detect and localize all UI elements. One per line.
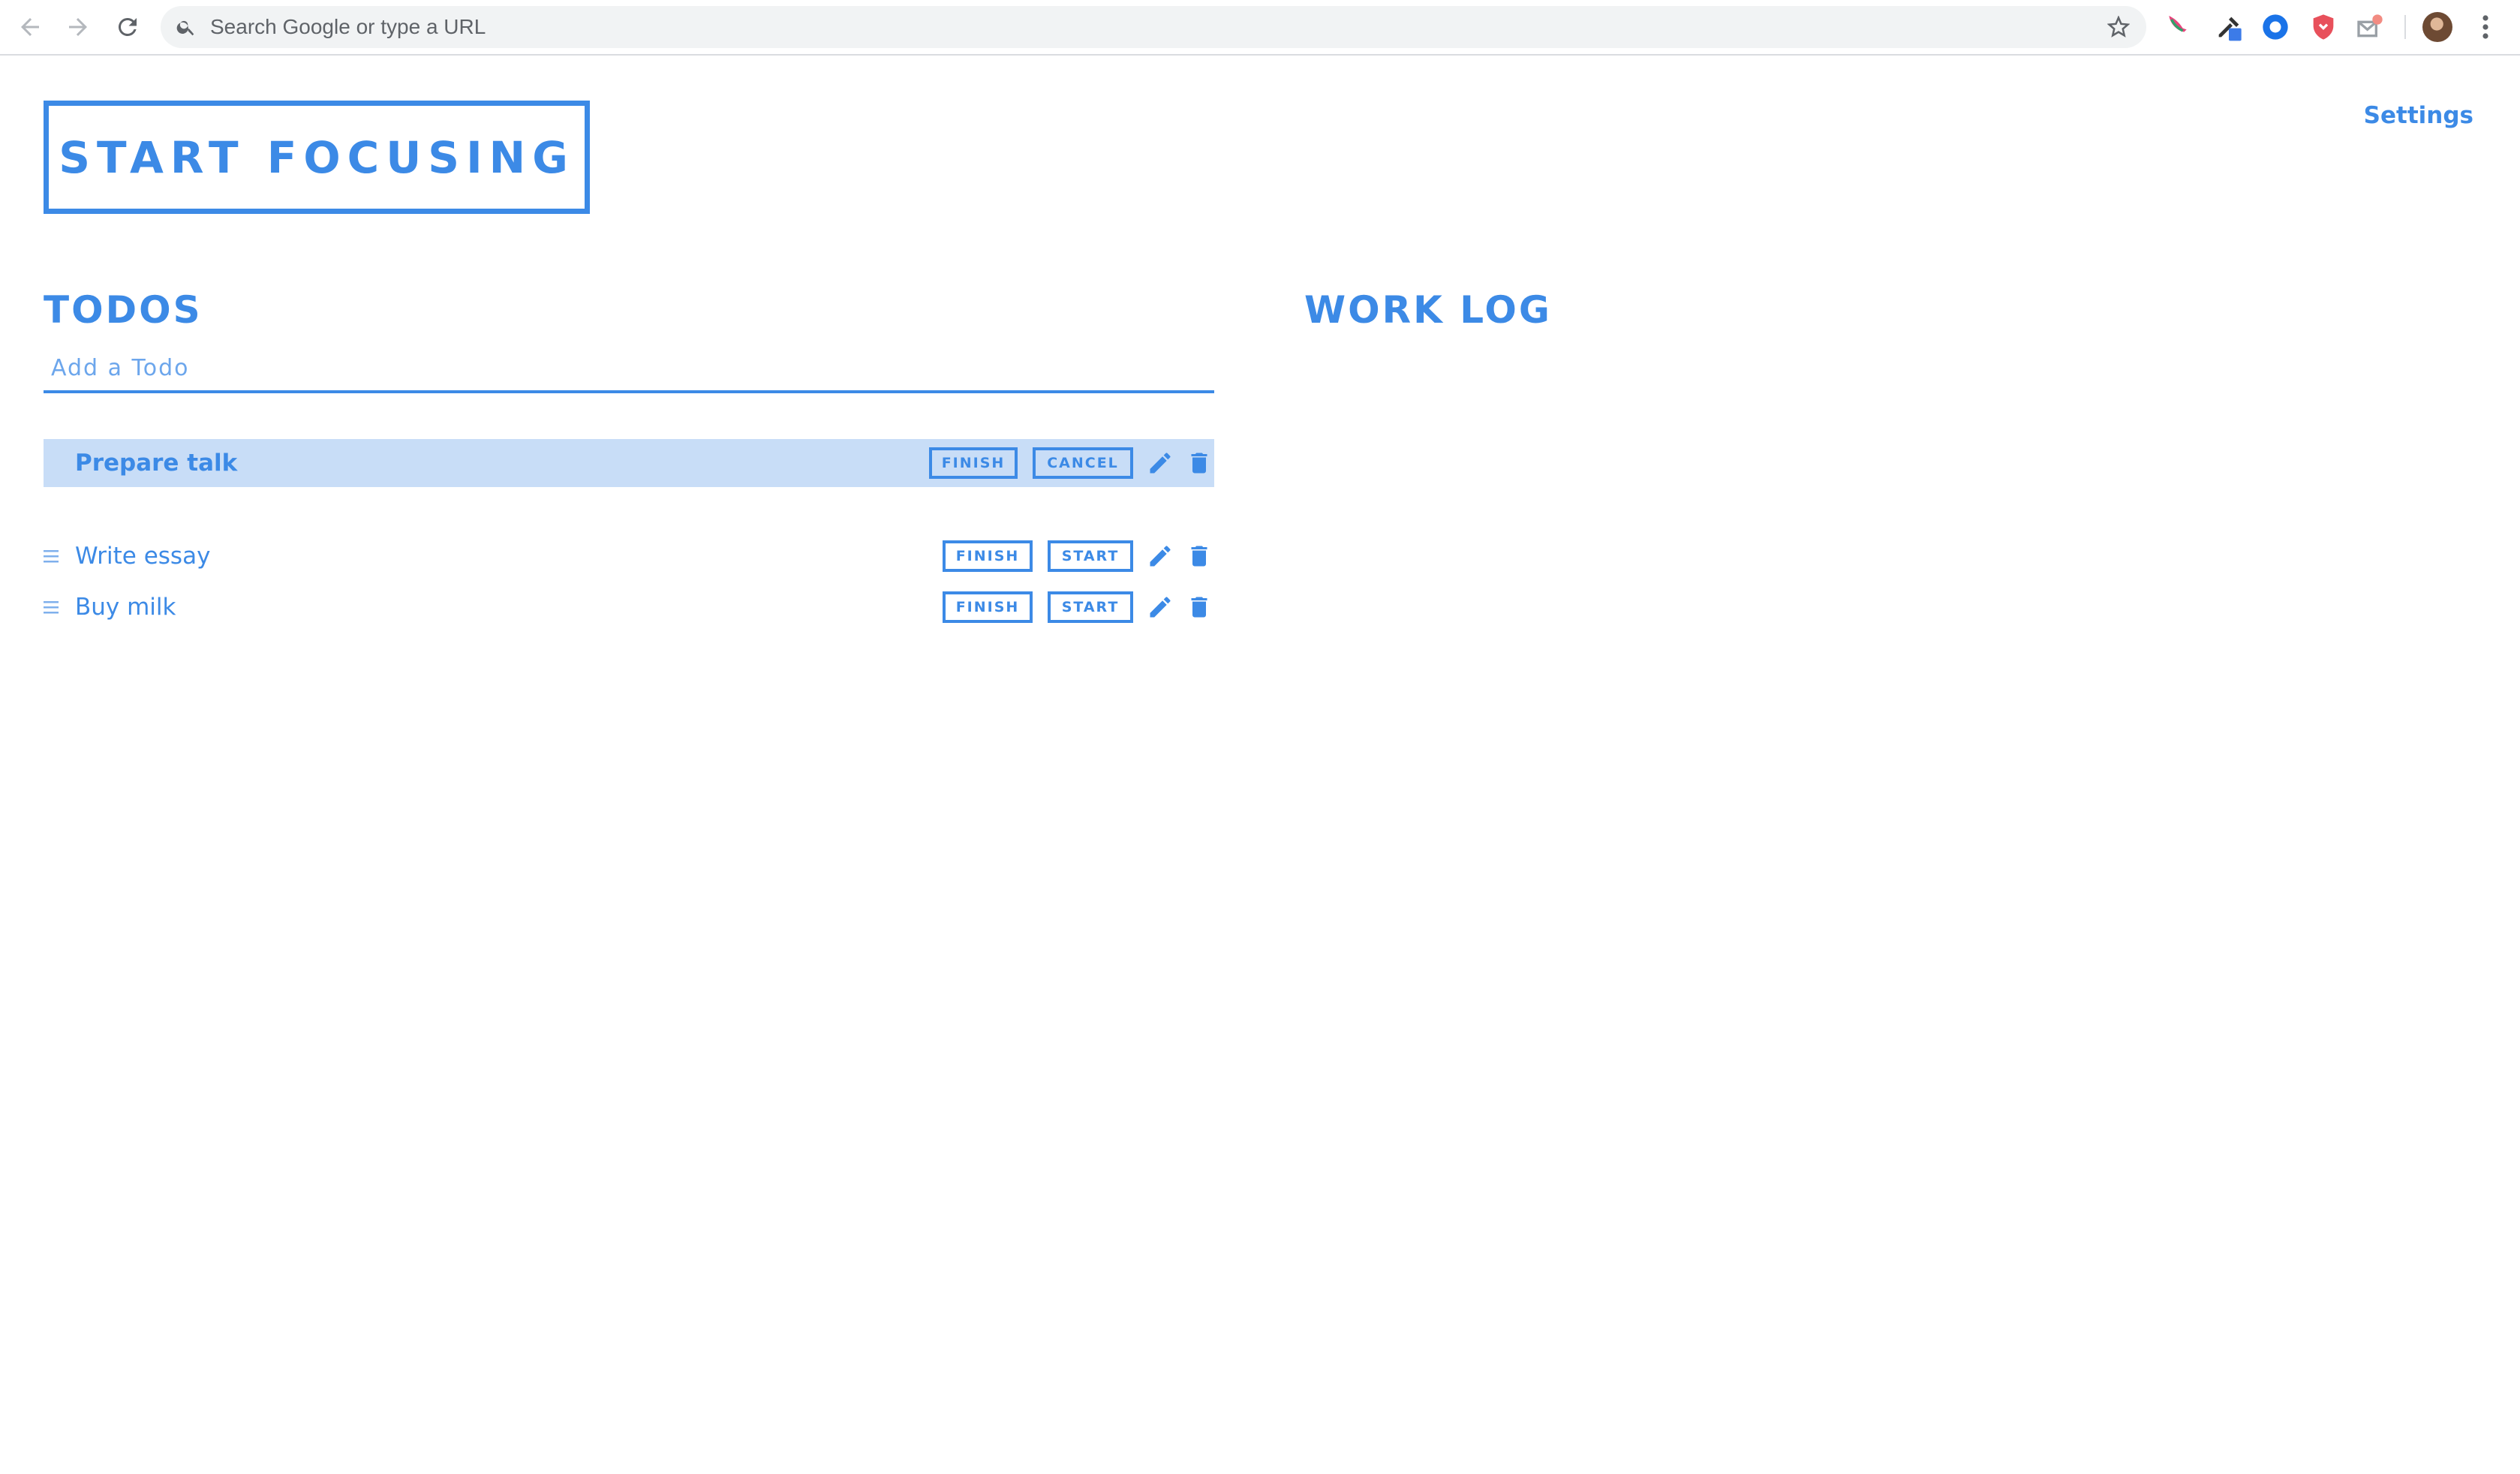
trash-icon[interactable] [1186,450,1213,477]
trash-icon[interactable] [1186,543,1213,570]
browser-toolbar: Search Google or type a URL [0,0,2520,56]
reload-icon[interactable] [114,14,141,41]
star-icon[interactable] [2107,16,2130,38]
mail-extension-icon[interactable] [2355,12,2385,42]
omnibox[interactable]: Search Google or type a URL [161,6,2146,48]
todo-row: Buy milk FINISH START [44,583,1214,631]
active-todo-row: Prepare talk FINISH CANCEL [44,439,1214,487]
todo-label: Buy milk [75,594,176,621]
pencil-icon[interactable] [1147,594,1174,621]
pencil-icon[interactable] [1147,450,1174,477]
settings-link[interactable]: Settings [2364,102,2473,129]
shield-extension-icon[interactable] [2308,12,2338,42]
drag-handle-icon[interactable] [44,547,60,565]
forward-arrow-icon[interactable] [65,14,92,41]
start-button[interactable]: START [1048,540,1133,572]
todo-label: Write essay [75,543,211,570]
profile-avatar[interactable] [2422,12,2452,42]
more-vert-icon[interactable] [2479,14,2491,41]
search-icon [176,20,194,36]
add-todo-input[interactable] [44,345,1214,393]
start-focusing-button[interactable]: START FOCUSING [44,101,590,214]
finish-button[interactable]: FINISH [943,591,1033,623]
work-log-heading: WORK LOG [1304,288,1552,332]
toolbar-divider [2404,15,2406,39]
finish-button[interactable]: FINISH [943,540,1033,572]
bird-extension-icon[interactable] [2163,12,2193,42]
eyedropper-extension-icon[interactable] [2214,12,2244,42]
omnibox-placeholder: Search Google or type a URL [210,15,486,38]
drag-handle-icon[interactable] [44,598,60,616]
todo-label: Prepare talk [75,450,238,477]
pencil-icon[interactable] [1147,543,1174,570]
todos-heading: TODOS [44,288,203,332]
cancel-button[interactable]: CANCEL [1033,447,1133,479]
trash-icon[interactable] [1186,594,1213,621]
start-button[interactable]: START [1048,591,1133,623]
circle-extension-icon[interactable] [2260,12,2290,42]
finish-button[interactable]: FINISH [929,447,1018,479]
back-arrow-icon[interactable] [17,14,44,41]
todo-row: Write essay FINISH START [44,532,1214,580]
moon-icon[interactable] [2445,143,2475,173]
